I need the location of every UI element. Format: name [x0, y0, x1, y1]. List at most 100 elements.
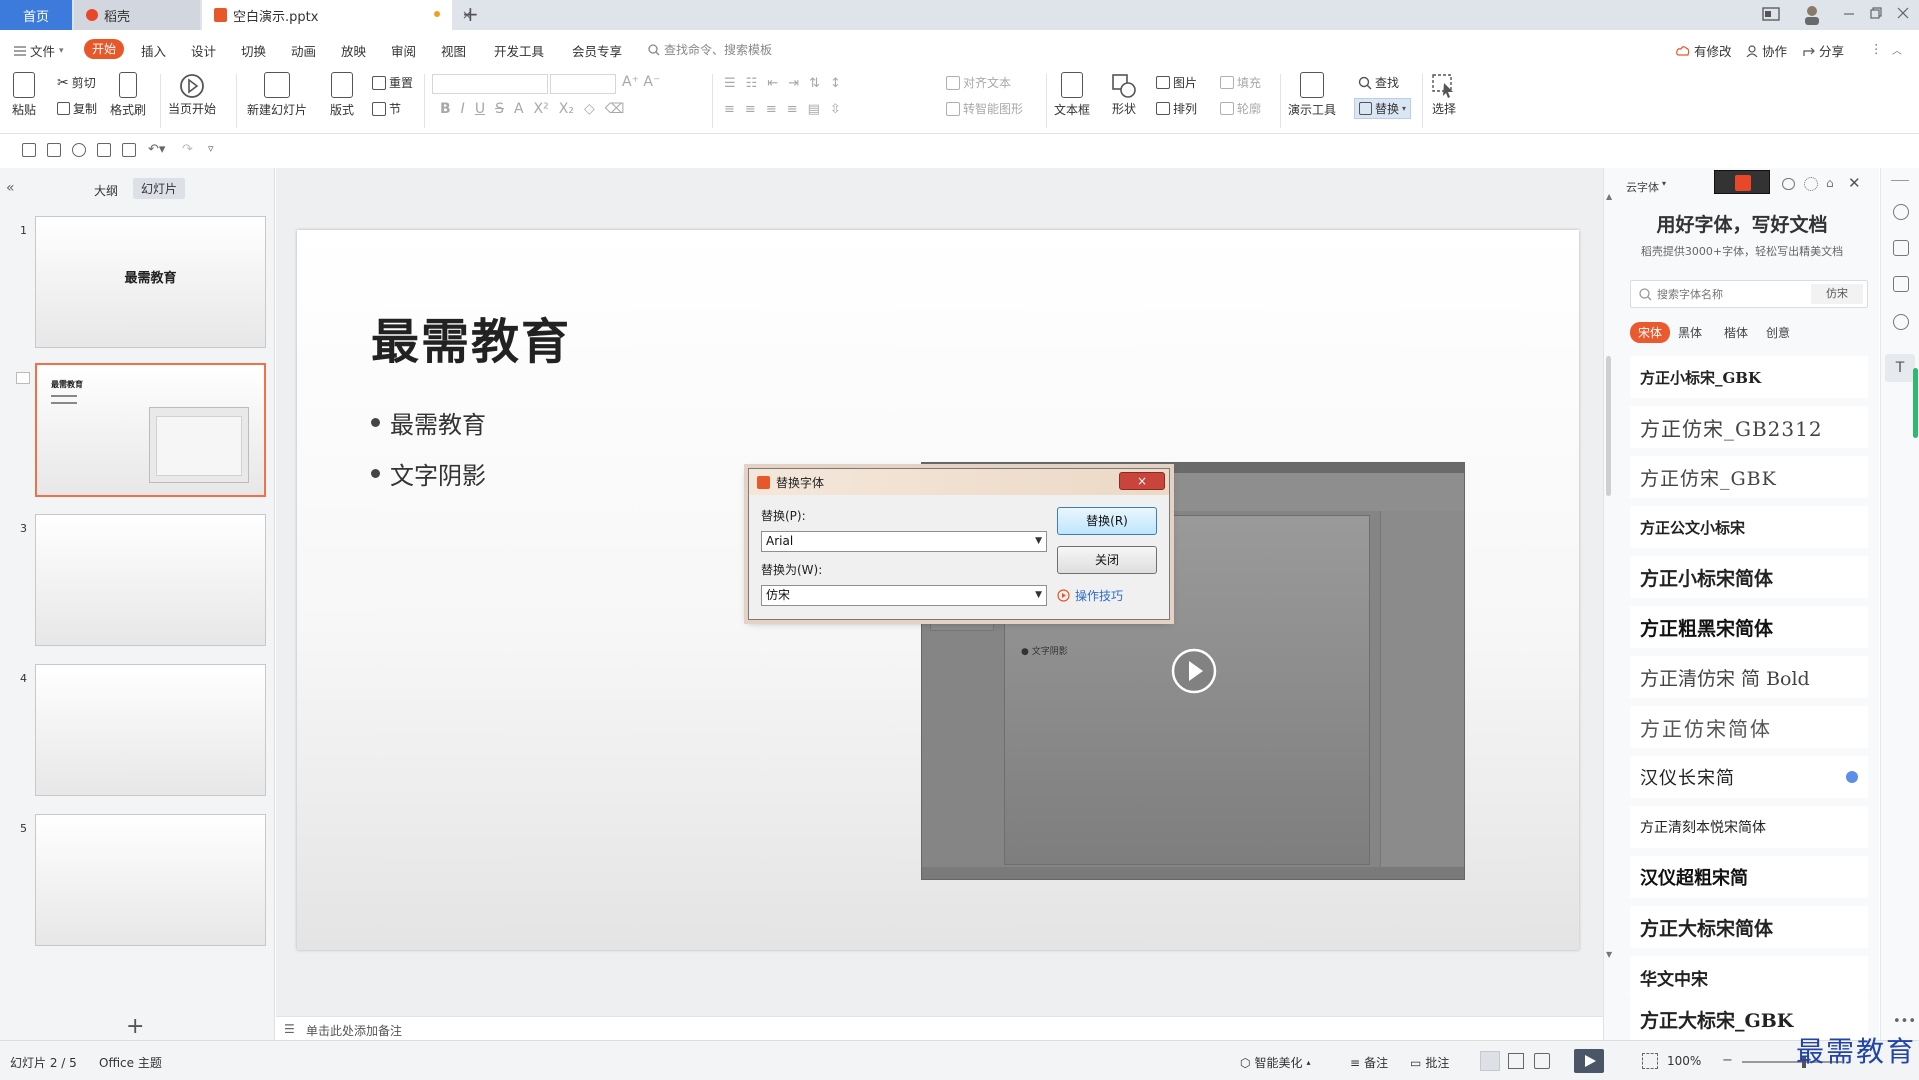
- panel-scrollbar[interactable]: ▲ ▼: [1604, 178, 1612, 978]
- scroll-up-icon[interactable]: ▲: [1606, 192, 1612, 201]
- arrange-button[interactable]: 排列: [1156, 100, 1197, 117]
- slide-bullet[interactable]: 最需教育: [371, 405, 486, 440]
- picture-button[interactable]: 图片: [1156, 74, 1197, 91]
- clear-format-icon[interactable]: ⌫: [605, 101, 625, 117]
- new-tab-button[interactable]: +: [462, 2, 479, 26]
- font-size-combo[interactable]: [550, 74, 616, 94]
- present-tools-button[interactable]: 演示工具: [1288, 72, 1336, 118]
- menu-transition[interactable]: 切换: [241, 41, 266, 60]
- dialog-titlebar[interactable]: 替换字体: [749, 469, 1169, 495]
- font-item[interactable]: 方正公文小标宋: [1630, 506, 1868, 548]
- text-direction-icon[interactable]: ⇅: [809, 76, 820, 91]
- fill-button[interactable]: 填充: [1220, 74, 1261, 91]
- find-button[interactable]: 查找: [1358, 74, 1399, 91]
- tips-link[interactable]: 操作技巧: [1057, 587, 1123, 604]
- font-item[interactable]: 方正仿宋_GBK: [1630, 456, 1868, 498]
- settings-sliders-icon[interactable]: [1893, 204, 1909, 220]
- share-button[interactable]: 分享: [1803, 41, 1844, 60]
- minimize-icon[interactable]: [1843, 6, 1855, 20]
- paragraph-spacing-icon[interactable]: ⇳: [830, 102, 841, 117]
- font-name-combo[interactable]: [432, 74, 548, 94]
- align-text-button[interactable]: 对齐文本: [946, 74, 1011, 91]
- font-search-input[interactable]: [1657, 285, 1777, 303]
- print-icon[interactable]: [97, 143, 111, 157]
- collapse-panel-icon[interactable]: «: [6, 180, 15, 196]
- theme-name[interactable]: Office 主题: [99, 1054, 162, 1071]
- customize-qat-icon[interactable]: ▿: [208, 142, 214, 155]
- font-search-box[interactable]: 仿宋: [1630, 280, 1868, 308]
- numbering-icon[interactable]: ☷: [746, 76, 758, 91]
- font-item[interactable]: 方正仿宋简体: [1630, 706, 1868, 748]
- save-icon[interactable]: [47, 143, 61, 157]
- slide-thumbnail-4[interactable]: [35, 664, 266, 796]
- scroll-down-icon[interactable]: ▼: [1606, 950, 1612, 959]
- chat-icon[interactable]: [1782, 178, 1795, 190]
- reading-view-icon[interactable]: [1534, 1053, 1550, 1069]
- new-doc-icon[interactable]: [22, 143, 36, 157]
- format-painter-button[interactable]: 格式刷: [110, 72, 146, 118]
- fit-window-icon[interactable]: [1642, 1053, 1658, 1069]
- reset-button[interactable]: 重置: [372, 74, 413, 91]
- font-tab-kai[interactable]: 楷体: [1724, 324, 1748, 341]
- section-button[interactable]: 节: [372, 100, 401, 117]
- align-right-icon[interactable]: ≡: [766, 102, 777, 117]
- play-from-current-button[interactable]: 当页开始: [168, 72, 216, 117]
- font-item[interactable]: 汉仪长宋简: [1630, 756, 1868, 798]
- menu-developer[interactable]: 开发工具: [494, 41, 544, 60]
- copy-button[interactable]: 复制: [57, 100, 97, 117]
- menu-file[interactable]: 文件 ▾: [14, 41, 64, 60]
- indent-icon[interactable]: ⇥: [788, 76, 799, 91]
- underline-icon[interactable]: U: [475, 101, 485, 117]
- align-left-icon[interactable]: ≡: [724, 102, 735, 117]
- paragraph-group-top[interactable]: ☰ ☷ ⇤ ⇥ ⇅ ↕: [724, 76, 841, 91]
- notes-toggle-button[interactable]: ≡ 备注: [1350, 1054, 1388, 1071]
- grow-font-icon[interactable]: A⁺ A⁻: [622, 74, 660, 90]
- slide-thumbnail-1[interactable]: 最需教育: [35, 216, 266, 348]
- font-tab-creative[interactable]: 创意: [1766, 324, 1790, 341]
- zoom-out-icon[interactable]: −: [1722, 1053, 1733, 1068]
- notes-bar[interactable]: ☰ 单击此处添加备注: [276, 1016, 1603, 1040]
- slideshow-play-button[interactable]: [1574, 1049, 1604, 1073]
- line-spacing-icon[interactable]: ↕: [830, 76, 841, 91]
- tab-daoke[interactable]: 稻壳: [74, 0, 200, 30]
- zoom-level[interactable]: 100%: [1667, 1054, 1701, 1068]
- layout-button[interactable]: 版式: [330, 72, 354, 118]
- cloud-font-header[interactable]: 云字体 ▾: [1626, 179, 1666, 195]
- shape-button[interactable]: 形状: [1110, 72, 1138, 117]
- font-tab-hei[interactable]: 黑体: [1678, 324, 1702, 341]
- slide-thumbnail-3[interactable]: [35, 514, 266, 646]
- smart-beautify-button[interactable]: ⬡ 智能美化 ▴: [1240, 1054, 1311, 1071]
- close-button[interactable]: 关闭: [1057, 546, 1157, 574]
- font-tab-song[interactable]: 宋体: [1630, 322, 1671, 343]
- print-preview-icon[interactable]: [122, 143, 136, 157]
- menu-design[interactable]: 设计: [191, 41, 216, 60]
- paste-button[interactable]: 粘贴: [12, 72, 36, 118]
- slide-bullet[interactable]: 文字阴影: [371, 456, 486, 491]
- font-item[interactable]: 汉仪超粗宋简: [1630, 856, 1868, 898]
- new-slide-button[interactable]: 新建幻灯片: [247, 72, 307, 118]
- dialog-close-button[interactable]: ×: [1119, 472, 1165, 490]
- font-tool-icon[interactable]: T: [1885, 354, 1915, 382]
- menu-start[interactable]: 开始: [84, 39, 124, 59]
- gear-icon[interactable]: [1804, 177, 1818, 191]
- font-item[interactable]: 方正清仿宋 简 Bold: [1630, 656, 1868, 698]
- command-search[interactable]: 查找命令、搜索模板: [648, 41, 772, 58]
- font-search-chip[interactable]: 仿宋: [1811, 284, 1863, 304]
- scrollbar-thumb[interactable]: [1606, 356, 1611, 496]
- distribute-icon[interactable]: ▤: [808, 102, 820, 117]
- user-avatar-icon[interactable]: [1802, 4, 1822, 26]
- cut-button[interactable]: ✂ 剪切: [57, 74, 96, 91]
- restore-icon[interactable]: [1870, 6, 1882, 20]
- align-center-icon[interactable]: ≡: [745, 102, 756, 117]
- collapse-ribbon-icon[interactable]: ︿: [1892, 42, 1902, 57]
- replace-button[interactable]: 替换(R): [1057, 507, 1157, 535]
- slide-sorter-icon[interactable]: [1508, 1053, 1524, 1069]
- tab-outline[interactable]: 大纲: [94, 182, 118, 199]
- menu-animation[interactable]: 动画: [291, 41, 316, 60]
- redo-icon[interactable]: ↷: [182, 142, 193, 157]
- strikethrough-icon[interactable]: S: [495, 101, 504, 117]
- collab-button[interactable]: 协作: [1746, 41, 1787, 60]
- bullets-icon[interactable]: ☰: [724, 76, 736, 91]
- highlight-icon[interactable]: ◇: [584, 101, 595, 117]
- undo-icon[interactable]: ↶▾: [148, 142, 165, 157]
